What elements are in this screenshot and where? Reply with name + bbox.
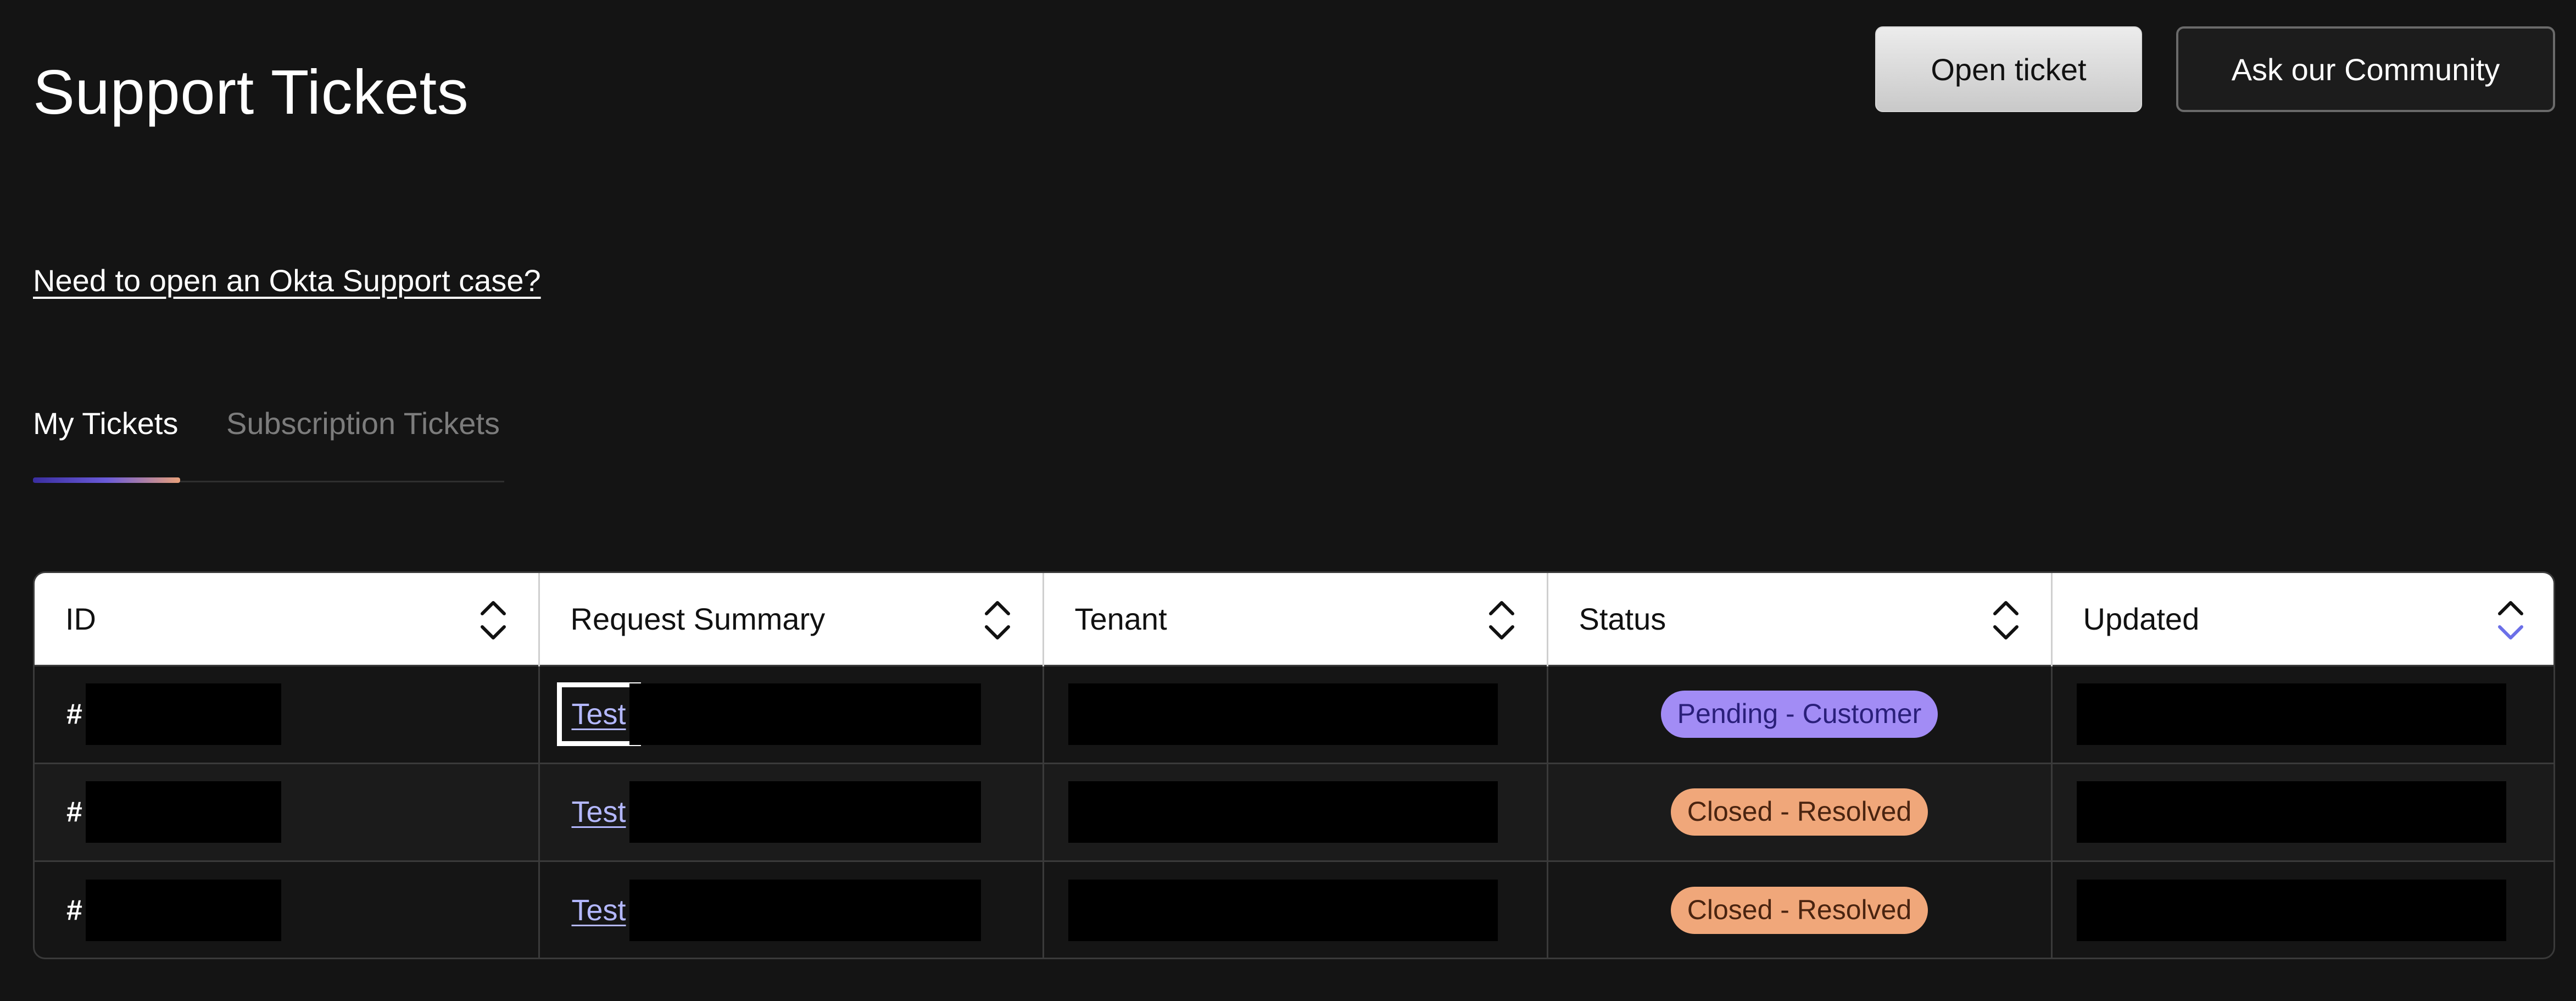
sort-descending-icon[interactable]: [2496, 597, 2525, 643]
status-badge: Closed - Resolved: [1670, 788, 1928, 836]
id-cell: #: [35, 861, 540, 958]
column-label: Updated: [2083, 601, 2200, 636]
okta-support-case-link[interactable]: Need to open an Okta Support case?: [33, 263, 541, 298]
ticket-id-prefix: #: [66, 894, 82, 926]
support-tickets-page: Support Tickets Open ticket Ask our Comm…: [0, 0, 2576, 1001]
id-cell: #: [35, 665, 540, 763]
redacted-summary: [629, 879, 981, 941]
status-cell: Closed - Resolved: [1547, 861, 2053, 958]
column-header-id[interactable]: ID: [35, 573, 540, 665]
sort-icon[interactable]: [1992, 597, 2020, 643]
status-badge: Pending - Customer: [1660, 691, 1938, 738]
updated-cell: [2051, 861, 2553, 958]
ticket-tabs: My Tickets Subscription Tickets: [33, 400, 504, 483]
updated-cell: [2051, 763, 2553, 861]
redacted-tenant: [1068, 781, 1498, 843]
sort-icon[interactable]: [479, 597, 508, 643]
ticket-summary-link[interactable]: Test: [556, 682, 641, 746]
tenant-cell: [1043, 861, 1548, 958]
ticket-summary-link[interactable]: Test: [572, 795, 626, 829]
column-label: Request Summary: [570, 601, 826, 636]
redacted-ticket-id: [85, 781, 281, 843]
redacted-updated: [2076, 781, 2506, 843]
summary-cell: Test: [539, 763, 1044, 861]
status-cell: Pending - Customer: [1547, 665, 2053, 763]
column-header-updated[interactable]: Updated: [2051, 573, 2553, 665]
ticket-id-prefix: #: [66, 698, 82, 730]
tickets-table: ID Request Summary Tenant Status Updated…: [33, 571, 2555, 959]
column-label: Tenant: [1074, 601, 1167, 636]
redacted-tenant: [1068, 683, 1498, 745]
table-row[interactable]: # Test Closed - Resolved: [35, 763, 2553, 861]
tenant-cell: [1043, 665, 1548, 763]
tab-my-tickets[interactable]: My Tickets: [33, 405, 178, 441]
column-header-status[interactable]: Status: [1547, 573, 2053, 665]
redacted-updated: [2076, 683, 2506, 745]
sort-icon[interactable]: [983, 597, 1012, 643]
ask-community-button[interactable]: Ask our Community: [2176, 26, 2555, 112]
table-header-row: ID Request Summary Tenant Status Updated: [35, 573, 2553, 665]
updated-cell: [2051, 665, 2553, 763]
status-cell: Closed - Resolved: [1547, 763, 2053, 861]
redacted-summary: [629, 781, 981, 843]
active-tab-indicator: [33, 477, 180, 483]
id-cell: #: [35, 763, 540, 861]
status-badge: Closed - Resolved: [1670, 887, 1928, 934]
open-ticket-button[interactable]: Open ticket: [1875, 26, 2142, 112]
redacted-ticket-id: [85, 683, 281, 745]
summary-cell: Test: [539, 665, 1044, 763]
redacted-ticket-id: [85, 879, 281, 941]
page-title: Support Tickets: [33, 58, 469, 127]
table-row[interactable]: # Test Closed - Resolved: [35, 861, 2553, 958]
summary-cell: Test: [539, 861, 1044, 958]
tenant-cell: [1043, 763, 1548, 861]
redacted-summary: [629, 683, 981, 745]
ticket-id-prefix: #: [66, 796, 82, 828]
redacted-tenant: [1068, 879, 1498, 941]
redacted-updated: [2076, 879, 2506, 941]
column-label: ID: [65, 601, 96, 636]
column-header-request-summary[interactable]: Request Summary: [539, 573, 1044, 665]
table-row[interactable]: # Test Pending - Customer: [35, 665, 2553, 763]
column-label: Status: [1579, 601, 1666, 636]
sort-icon[interactable]: [1487, 597, 1516, 643]
column-header-tenant[interactable]: Tenant: [1043, 573, 1548, 665]
ticket-summary-link[interactable]: Test: [572, 893, 626, 927]
tab-subscription-tickets[interactable]: Subscription Tickets: [226, 405, 500, 441]
